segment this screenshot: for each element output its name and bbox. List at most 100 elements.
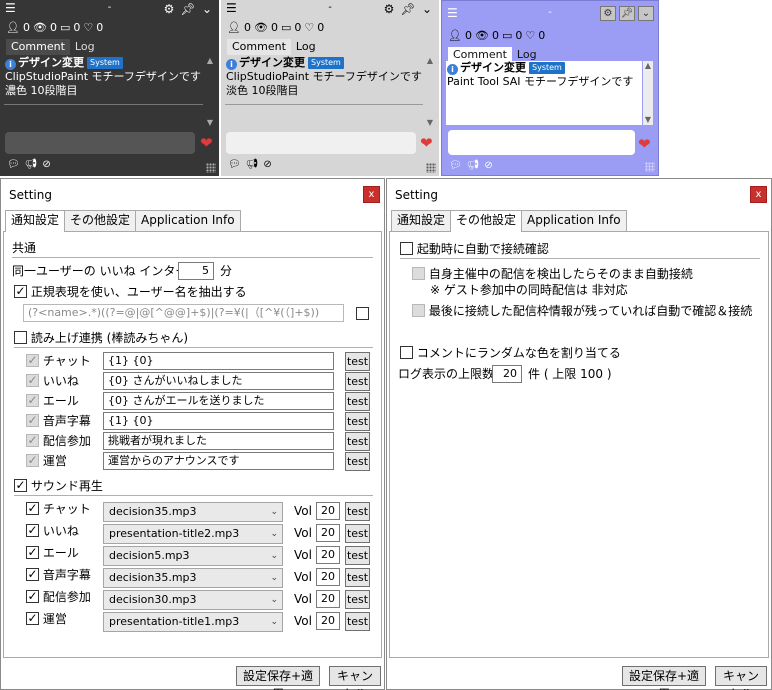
bouyomi-item-checkbox[interactable] [26, 434, 39, 447]
gear-icon[interactable]: ⚙ [161, 1, 177, 16]
speech-bubble-icon[interactable]: 💬︎ [228, 159, 241, 170]
hamburger-icon[interactable]: ☰ [447, 6, 458, 20]
comment-list[interactable]: i デザイン変更 System ClipStudioPaint モチーフデザインです… [225, 56, 433, 128]
sound-test-button[interactable]: test [345, 590, 370, 609]
megaphone-icon[interactable]: 📢︎ [25, 159, 38, 170]
gear-icon[interactable]: ⚙ [381, 1, 397, 16]
interval-input[interactable]: 5 [178, 262, 214, 280]
vol-input[interactable]: 20 [316, 568, 340, 586]
cancel-button[interactable]: キャンセル [715, 666, 767, 690]
scrollbar[interactable]: ▲ ▼ [643, 61, 653, 125]
tab-log[interactable]: Log [70, 39, 100, 55]
tab-comment[interactable]: Comment [227, 39, 291, 55]
vol-input[interactable]: 20 [316, 524, 340, 542]
bouyomi-test-button[interactable]: test [345, 452, 370, 471]
scroll-up-icon[interactable]: ▲ [205, 56, 215, 66]
sound-test-button[interactable]: test [345, 568, 370, 587]
sound-file-select[interactable]: presentation-title2.mp3 ⌄ [103, 524, 283, 544]
bouyomi-item-checkbox[interactable] [26, 374, 39, 387]
save-apply-button[interactable]: 設定保存+適用 [622, 666, 706, 690]
resize-grip[interactable] [426, 163, 436, 173]
sound-file-select[interactable]: decision35.mp3 ⌄ [103, 568, 283, 588]
bouyomi-item-checkbox[interactable] [26, 454, 39, 467]
tab-other-settings[interactable]: その他設定 [450, 210, 523, 232]
scroll-up-icon[interactable]: ▲ [643, 61, 653, 71]
bouyomi-text-input[interactable]: {0} さんがエールを送りました [103, 392, 334, 410]
bouyomi-test-button[interactable]: test [345, 412, 370, 431]
sound-item-checkbox[interactable] [26, 590, 39, 603]
scroll-down-icon[interactable]: ▼ [205, 118, 215, 128]
scroll-down-icon[interactable]: ▼ [425, 118, 435, 128]
vol-input[interactable]: 20 [316, 590, 340, 608]
comment-list[interactable]: i デザイン変更 System Paint Tool SAI モチーフデザインです [446, 61, 642, 125]
heart-icon[interactable]: ❤ [200, 135, 213, 151]
comment-list[interactable]: i デザイン変更 System ClipStudioPaint モチーフデザインです… [4, 56, 213, 128]
chevron-down-icon[interactable]: ⌄ [199, 1, 215, 16]
speech-bubble-icon[interactable]: 💬︎ [449, 160, 462, 171]
log-limit-input[interactable]: 20 [492, 365, 522, 383]
sound-file-select[interactable]: presentation-title1.mp3 ⌄ [103, 612, 283, 632]
bouyomi-test-button[interactable]: test [345, 432, 370, 451]
bouyomi-text-input[interactable]: 挑戦者が現れました [103, 432, 334, 450]
sound-item-checkbox[interactable] [26, 502, 39, 515]
sound-test-button[interactable]: test [345, 612, 370, 631]
comment-input[interactable] [5, 132, 195, 154]
scroll-up-icon[interactable]: ▲ [425, 56, 435, 66]
self-host-checkbox[interactable] [412, 267, 425, 280]
regex-input[interactable]: (?<name>.*)((?=@|@[^@@]+$)|(?=¥(|（[^¥(（]… [23, 304, 344, 322]
bouyomi-item-checkbox[interactable] [26, 354, 39, 367]
sound-item-checkbox[interactable] [26, 612, 39, 625]
tab-application-info[interactable]: Application Info [521, 210, 627, 231]
tab-other-settings[interactable]: その他設定 [64, 210, 137, 231]
bouyomi-text-input[interactable]: {1} {0} [103, 412, 334, 430]
bouyomi-test-button[interactable]: test [345, 392, 370, 411]
sound-test-button[interactable]: test [345, 524, 370, 543]
cancel-button[interactable]: キャンセル [329, 666, 381, 690]
bouyomi-test-button[interactable]: test [345, 352, 370, 371]
bouyomi-item-checkbox[interactable] [26, 414, 39, 427]
sound-item-checkbox[interactable] [26, 524, 39, 537]
sound-test-button[interactable]: test [345, 546, 370, 565]
speech-bubble-icon[interactable]: 💬︎ [7, 159, 20, 170]
widget-titlebar[interactable]: ☰ - ⚙ 📌︎ ⌄ [442, 1, 658, 25]
vol-input[interactable]: 20 [316, 612, 340, 630]
sound-file-select[interactable]: decision35.mp3 ⌄ [103, 502, 283, 522]
sound-item-checkbox[interactable] [26, 568, 39, 581]
hamburger-icon[interactable]: ☰ [226, 1, 237, 15]
tab-notify-settings[interactable]: 通知設定 [5, 210, 66, 232]
comment-input[interactable] [226, 132, 416, 154]
vol-input[interactable]: 20 [316, 502, 340, 520]
widget-titlebar[interactable]: ☰ - ⚙ 📌︎ ⌄ [0, 0, 219, 18]
bouyomi-item-checkbox[interactable] [26, 394, 39, 407]
bouyomi-checkbox[interactable] [14, 331, 27, 344]
close-button[interactable]: x [363, 186, 380, 203]
resize-grip[interactable] [206, 163, 216, 173]
bouyomi-text-input[interactable]: {1} {0} [103, 352, 334, 370]
bouyomi-text-input[interactable]: {0} さんがいいねしました [103, 372, 334, 390]
megaphone-icon[interactable]: 📢︎ [467, 160, 480, 171]
no-sign-icon[interactable]: ⊘ [484, 160, 492, 171]
scrollbar[interactable]: ▲ ▼ [205, 56, 215, 128]
sound-file-select[interactable]: decision5.mp3 ⌄ [103, 546, 283, 566]
heart-icon[interactable]: ❤ [420, 135, 433, 151]
tab-application-info[interactable]: Application Info [135, 210, 241, 231]
widget-titlebar[interactable]: ☰ - ⚙ 📌︎ ⌄ [221, 0, 439, 18]
resize-grip[interactable] [645, 162, 655, 172]
pin-icon[interactable]: 📌︎ [180, 1, 196, 16]
hamburger-icon[interactable]: ☰ [5, 1, 16, 15]
regex-checkbox[interactable] [14, 285, 27, 298]
comment-input[interactable] [448, 130, 635, 155]
random-color-checkbox[interactable] [400, 346, 413, 359]
pin-icon[interactable]: 📌︎ [619, 6, 635, 21]
heart-icon[interactable]: ❤ [638, 136, 651, 152]
scroll-down-icon[interactable]: ▼ [643, 115, 653, 125]
auto-connect-checkbox[interactable] [400, 242, 413, 255]
tab-notify-settings[interactable]: 通知設定 [391, 210, 452, 231]
scrollbar[interactable]: ▲ ▼ [425, 56, 435, 128]
pin-icon[interactable]: 📌︎ [400, 1, 416, 16]
tab-log[interactable]: Log [291, 39, 321, 55]
chevron-down-icon[interactable]: ⌄ [638, 6, 654, 21]
no-sign-icon[interactable]: ⊘ [42, 159, 50, 170]
bouyomi-text-input[interactable]: 運営からのアナウンスです [103, 452, 334, 470]
no-sign-icon[interactable]: ⊘ [263, 159, 271, 170]
